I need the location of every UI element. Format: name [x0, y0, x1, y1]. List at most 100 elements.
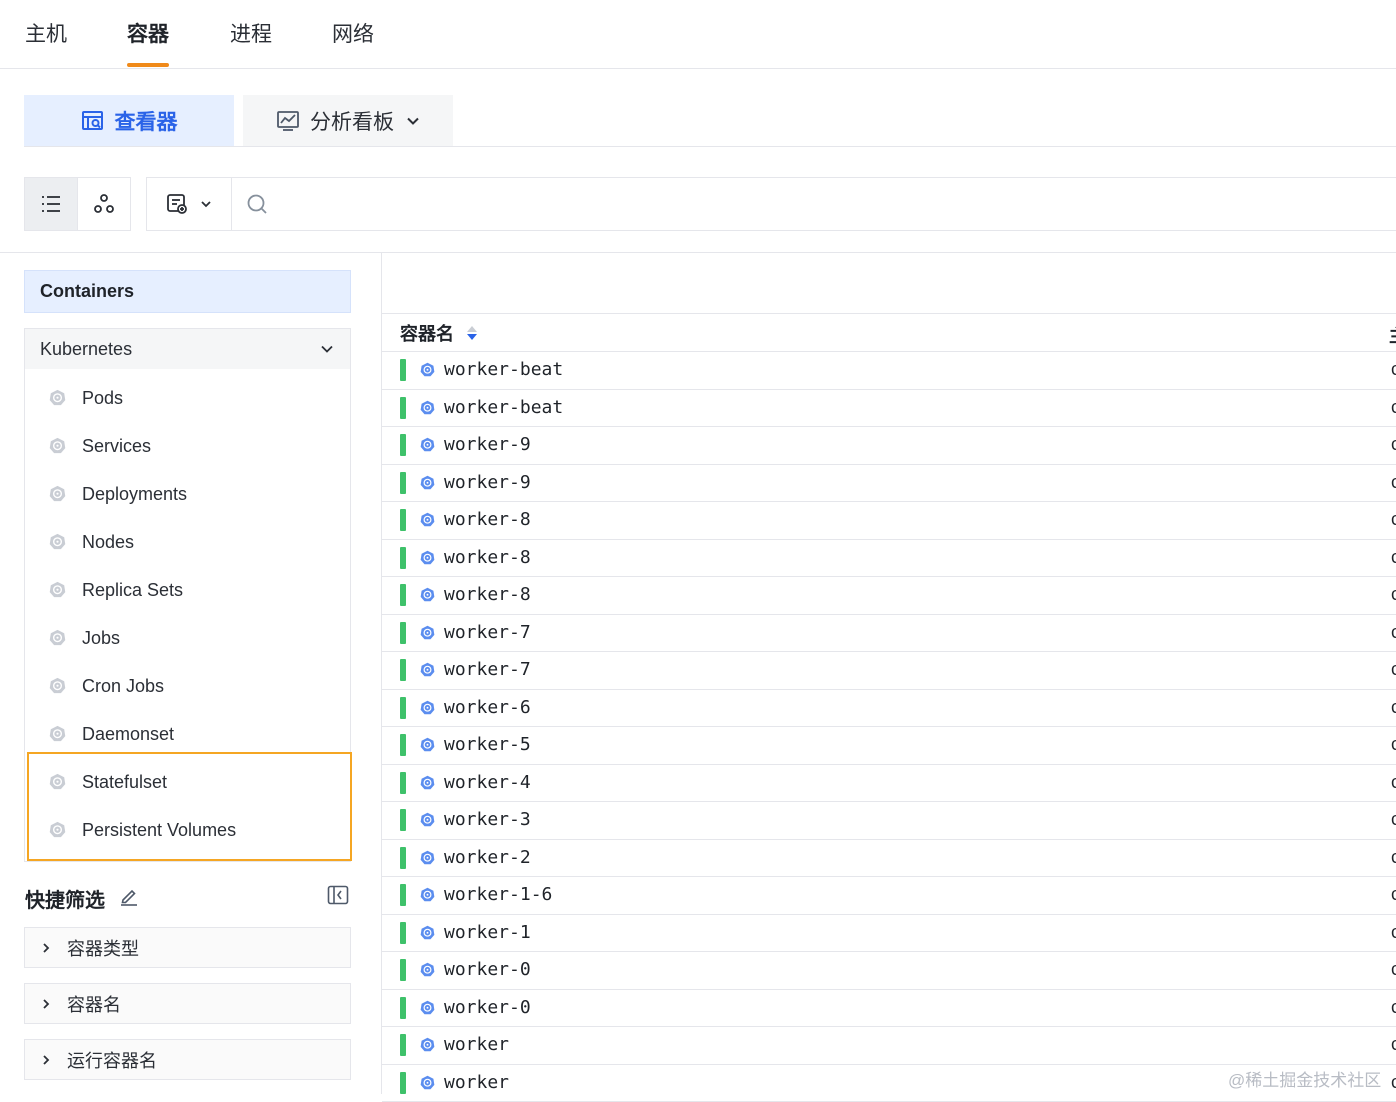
kubernetes-icon: [420, 1037, 435, 1052]
topology-view-button[interactable]: [78, 178, 130, 230]
status-indicator: [400, 359, 406, 381]
status-indicator: [400, 509, 406, 531]
chart-icon: [276, 109, 300, 133]
kubernetes-label: Kubernetes: [40, 339, 132, 360]
kubernetes-icon: [420, 362, 435, 377]
table-row[interactable]: worker-9c: [382, 427, 1396, 465]
table-row[interactable]: worker-7c: [382, 615, 1396, 653]
container-name: worker-7: [444, 622, 531, 643]
kubernetes-header[interactable]: Kubernetes: [25, 329, 350, 369]
containers-category[interactable]: Containers: [24, 270, 351, 313]
list-icon: [41, 195, 61, 213]
table-row[interactable]: worker-2c: [382, 840, 1396, 878]
sidebar-item-label: Cron Jobs: [82, 676, 164, 697]
table-row[interactable]: worker-8c: [382, 502, 1396, 540]
next-column-cell: c: [1391, 472, 1396, 493]
next-column-cell: c: [1391, 509, 1396, 530]
table-row[interactable]: worker-0c: [382, 952, 1396, 990]
status-indicator: [400, 584, 406, 606]
sidebar-item-services[interactable]: Services: [25, 422, 350, 470]
sidebar-item-label: Persistent Volumes: [82, 820, 236, 841]
tab-network[interactable]: 网络: [332, 18, 374, 48]
view-mode-toggle: [24, 177, 131, 231]
sidebar-item-replica-sets[interactable]: Replica Sets: [25, 566, 350, 614]
table-row[interactable]: worker-9c: [382, 465, 1396, 503]
sidebar-item-deployments[interactable]: Deployments: [25, 470, 350, 518]
status-indicator: [400, 397, 406, 419]
container-name: worker: [444, 1072, 509, 1093]
column-header-container-name[interactable]: 容器名: [400, 320, 454, 346]
container-name: worker-3: [444, 809, 531, 830]
collapse-panel-icon[interactable]: [327, 885, 349, 905]
top-tab-bar: 主机 容器 进程 网络: [0, 0, 1396, 69]
next-column-cell: c: [1391, 434, 1396, 455]
sidebar-item-label: Statefulset: [82, 772, 167, 793]
sidebar-item-statefulset[interactable]: Statefulset: [25, 758, 350, 806]
next-column-cell: c: [1391, 584, 1396, 605]
quick-filter-running-name[interactable]: 运行容器名: [24, 1039, 351, 1080]
next-column-cell: c: [1391, 809, 1396, 830]
sort-icon[interactable]: [466, 325, 478, 341]
next-column-cell: c: [1391, 772, 1396, 793]
next-column-cell: c: [1391, 359, 1396, 380]
tab-process[interactable]: 进程: [230, 18, 272, 48]
table-row[interactable]: worker-1-6c: [382, 877, 1396, 915]
tab-container[interactable]: 容器: [127, 18, 169, 48]
dashboard-tab[interactable]: 分析看板: [243, 95, 453, 146]
sidebar-item-label: Deployments: [82, 484, 187, 505]
table-row[interactable]: worker-3 c: [382, 802, 1396, 840]
kubernetes-icon: [420, 925, 435, 940]
viewer-tab-label: 查看器: [115, 106, 178, 136]
search-input[interactable]: [282, 183, 1396, 225]
kubernetes-icon: [420, 437, 435, 452]
search-icon: [246, 193, 268, 215]
topology-icon: [93, 193, 115, 215]
sidebar-item-persistent-volumes[interactable]: Persistent Volumes: [25, 806, 350, 854]
sidebar-item-nodes[interactable]: Nodes: [25, 518, 350, 566]
status-indicator: [400, 997, 406, 1019]
filter-dropdown[interactable]: [147, 178, 232, 230]
status-indicator: [400, 847, 406, 869]
table-row[interactable]: worker-8c: [382, 540, 1396, 578]
table-row[interactable]: worker-beatc: [382, 352, 1396, 390]
container-name: worker-1: [444, 922, 531, 943]
next-column-cell: c: [1391, 659, 1396, 680]
viewer-tab[interactable]: 查看器: [24, 95, 234, 146]
sidebar-item-pods[interactable]: Pods: [25, 374, 350, 422]
kubernetes-panel: Kubernetes Pods Services Deployments NodesR…: [24, 328, 351, 862]
kubernetes-icon: [420, 775, 435, 790]
table-row[interactable]: worker-8c: [382, 577, 1396, 615]
kubernetes-icon: [49, 629, 66, 646]
kubernetes-icon: [420, 737, 435, 752]
quick-filter-container-type[interactable]: 容器类型: [24, 927, 351, 968]
table-row[interactable]: worker-6c: [382, 690, 1396, 728]
table-row[interactable]: worker-0c: [382, 990, 1396, 1028]
quick-filter-container-name[interactable]: 容器名: [24, 983, 351, 1024]
status-indicator: [400, 659, 406, 681]
edit-icon[interactable]: [119, 886, 139, 906]
sidebar-item-cron-jobs[interactable]: Cron Jobs: [25, 662, 350, 710]
next-column-cell: c: [1391, 397, 1396, 418]
next-column-cell: c: [1391, 697, 1396, 718]
status-indicator: [400, 622, 406, 644]
table-row[interactable]: worker-7 c: [382, 652, 1396, 690]
tab-host[interactable]: 主机: [25, 18, 67, 48]
sidebar-item-jobs[interactable]: Jobs: [25, 614, 350, 662]
sidebar-item-label: Pods: [82, 388, 123, 409]
status-indicator: [400, 1072, 406, 1094]
kubernetes-icon: [420, 662, 435, 677]
list-view-button[interactable]: [25, 178, 78, 230]
table-row[interactable]: worker-5c: [382, 727, 1396, 765]
next-column-cell: c: [1391, 997, 1396, 1018]
table-row[interactable]: worker-1 c: [382, 915, 1396, 953]
container-name: worker-5: [444, 734, 531, 755]
table-row[interactable]: worker-4c: [382, 765, 1396, 803]
container-name: worker-7: [444, 659, 531, 680]
table-row[interactable]: worker-beatc: [382, 390, 1396, 428]
chevron-right-icon: [40, 1054, 52, 1066]
column-header-next[interactable]: 主: [1389, 322, 1396, 348]
table-row[interactable]: workerc: [382, 1027, 1396, 1065]
kubernetes-icon: [49, 533, 66, 550]
next-column-cell: c: [1391, 922, 1396, 943]
sidebar-item-daemonset[interactable]: Daemonset: [25, 710, 350, 758]
